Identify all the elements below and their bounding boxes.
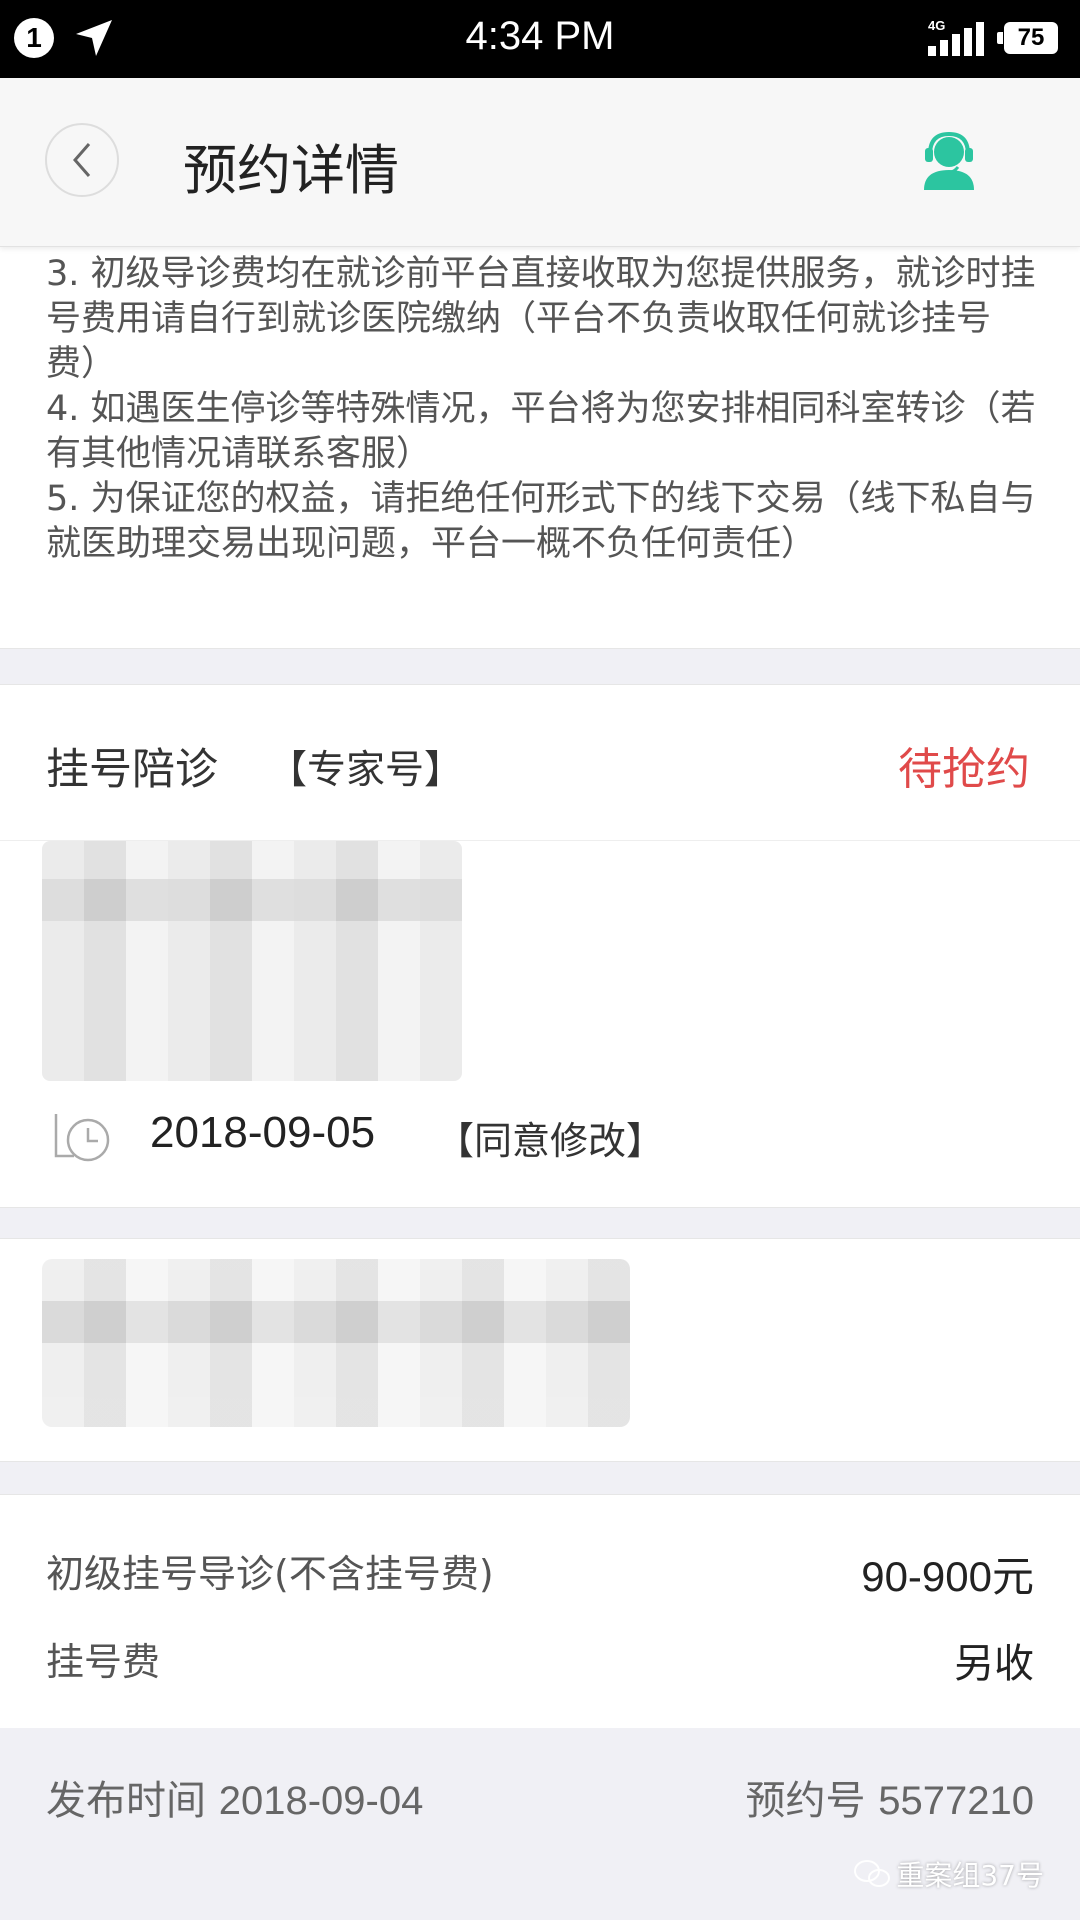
publish-label: 发布时间 [46,1778,206,1824]
fee-label: 初级挂号导诊(不含挂号费) [46,1552,494,1596]
redacted-info [42,1259,630,1427]
status-bar: 1 4:34 PM 4G 75 [0,0,1080,78]
header-bar: 预约详情 [0,78,1080,247]
notice-item: 5. 为保证您的权益，请拒绝任何形式下的线下交易（线下私自与就医助理交易出现问题… [46,479,1036,564]
notice-text: 3. 初级导诊费均在就诊前平台直接收取为您提供服务，就诊时挂号费用请自行到就诊医… [46,252,1036,567]
fee-row: 初级挂号导诊(不含挂号费) 90-900元 [46,1543,1034,1603]
watermark: 重案组37号 [854,1854,1044,1894]
order-value: 5577210 [878,1779,1034,1823]
notice-item: 3. 初级导诊费均在就诊前平台直接收取为您提供服务，就诊时挂号费用请自行到就诊医… [46,254,1036,384]
fee-value: 90-900元 [861,1553,1034,1600]
order-number: 预约号 5577210 [746,1768,1034,1826]
redacted-card [0,1238,1080,1462]
fee-label: 挂号费 [46,1640,161,1684]
page-title: 预约详情 [183,139,399,202]
publish-time: 发布时间 2018-09-04 [46,1768,423,1826]
notice-section: 3. 初级导诊费均在就诊前平台直接收取为您提供服务，就诊时挂号费用请自行到就诊医… [0,246,1080,649]
chevron-left-icon [73,143,91,177]
date-note: 【同意修改】 [436,1119,665,1163]
fee-value: 另收 [954,1641,1034,1687]
clock-icon [52,1108,112,1168]
redacted-info [42,841,462,1081]
notice-item: 4. 如遇医生停诊等特殊情况，平台将为您安排相同科室转诊（若有其他情况请联系客服… [46,389,1036,474]
battery-icon: 75 [997,22,1058,54]
status-badge: 待抢约 [898,744,1030,795]
appointment-date: 2018-09-05 [150,1108,376,1157]
order-label: 预约号 [745,1778,866,1824]
wechat-icon [854,1860,891,1887]
fee-row: 挂号费 另收 [46,1631,1034,1691]
status-time: 4:34 PM [465,14,615,58]
publish-date: 2018-09-04 [218,1779,424,1823]
fees-section: 初级挂号导诊(不含挂号费) 90-900元 挂号费 另收 [0,1494,1080,1729]
watermark-text: 重案组37号 [896,1859,1044,1892]
footer-info: 发布时间 2018-09-04 预约号 5577210 重案组37号 [0,1728,1080,1920]
service-type: 【专家号】 [268,748,464,793]
back-button[interactable] [45,123,119,197]
customer-service-icon[interactable] [914,128,984,194]
service-title: 挂号陪诊 [46,745,218,795]
network-type: 4G [928,18,946,33]
